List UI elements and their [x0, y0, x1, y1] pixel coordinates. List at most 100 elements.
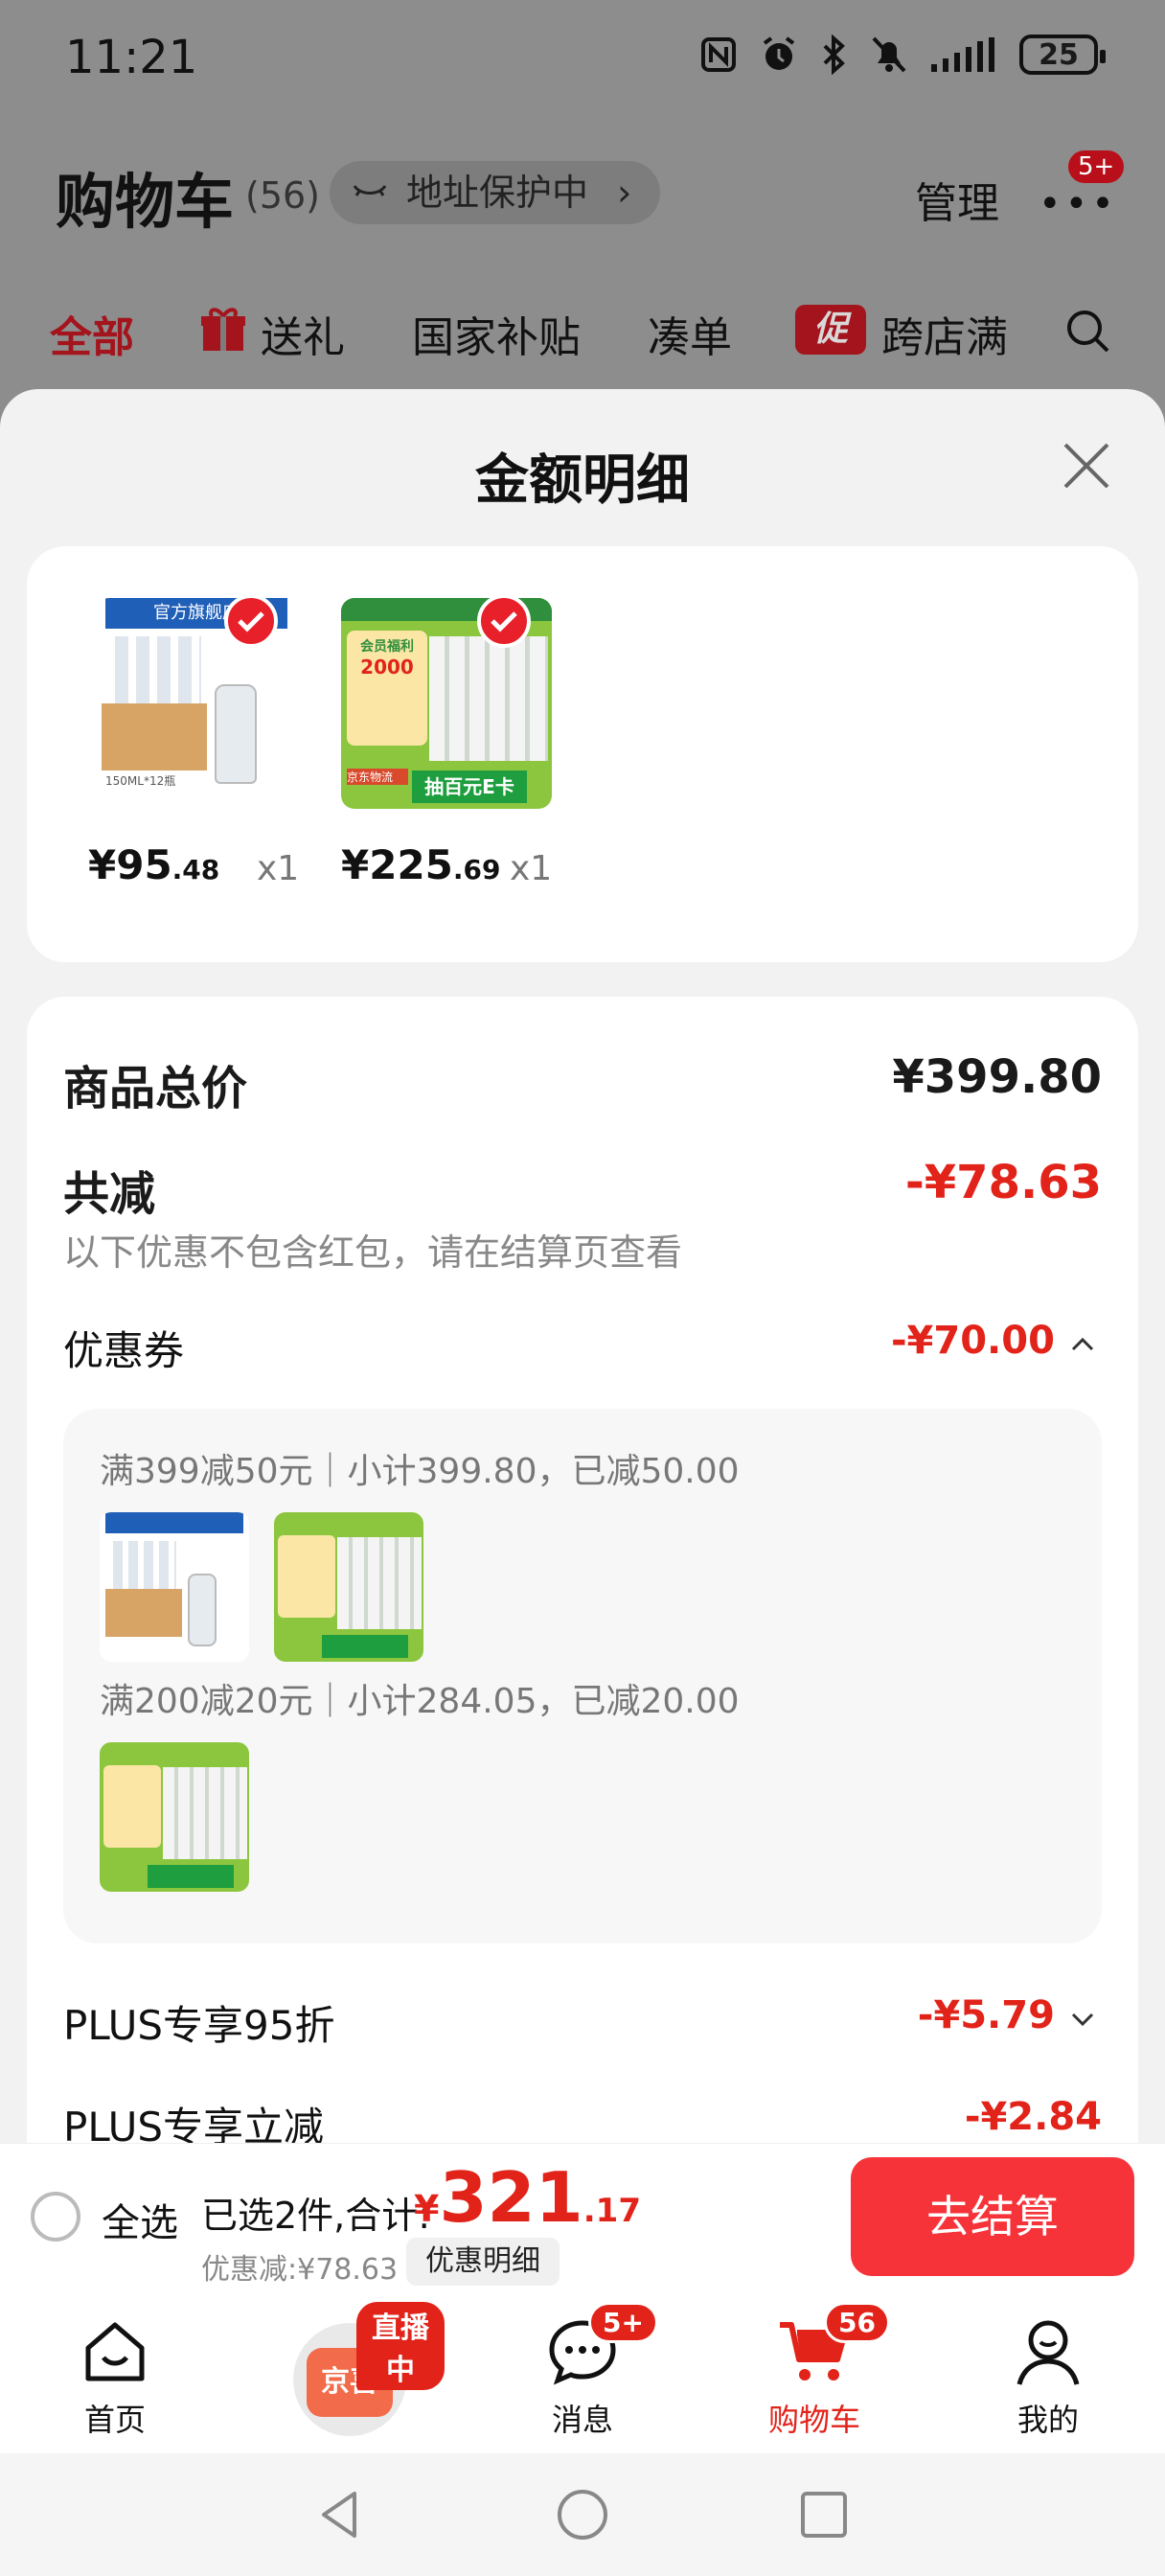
product-price-1: ¥95.48 [88, 841, 220, 888]
gift-icon [197, 303, 249, 365]
coupon-line-1: 满399减50元｜小计399.80，已减50.00 [100, 1452, 740, 1491]
checked-icon [477, 594, 531, 648]
jd-label: 京东物流 [347, 769, 408, 785]
tab-home[interactable]: 首页 [19, 2296, 211, 2453]
plus-discount-row[interactable]: PLUS专享95折 -¥5.79 [63, 1993, 1102, 2051]
sheet-title: 金额明细 [475, 449, 690, 512]
tab-cross-store[interactable]: 跨店满 [881, 303, 1008, 364]
page-title: 购物车 [56, 167, 235, 237]
coupon-label: 优惠券 [63, 1327, 185, 1374]
battery-icon: 25 [1019, 34, 1106, 75]
select-all-radio[interactable] [31, 2192, 80, 2242]
mute-icon [872, 36, 906, 73]
total-reduce-value: -¥78.63 [904, 1156, 1102, 1209]
cart-count: (56) [245, 174, 321, 217]
discount-detail-button[interactable]: 优惠明细 [406, 2238, 560, 2286]
recents-icon[interactable] [797, 2488, 851, 2542]
plus-reduce-row: PLUS专享立减 -¥2.84 [63, 2095, 1102, 2143]
manage-button[interactable]: 管理 [915, 169, 999, 230]
plus-discount-value-wrap: -¥5.79 [918, 1993, 1096, 2037]
product-price-2: ¥225.69 [341, 841, 501, 888]
tab-cart-label: 购物车 [767, 2402, 860, 2438]
mask-icon [353, 185, 387, 196]
member-box [278, 1535, 335, 1618]
coupon-thumb-3 [100, 1742, 249, 1892]
address-label: 地址保护中 [406, 172, 589, 214]
total-price-value: ¥399.80 [892, 1050, 1102, 1104]
tab-national-subsidy[interactable]: 国家补贴 [412, 303, 581, 364]
tab-profile[interactable]: 我的 [952, 2296, 1144, 2453]
live-badge: 直播中 [356, 2302, 445, 2390]
box-shape [105, 1589, 182, 1637]
address-protection-button[interactable]: 地址保护中 › [330, 161, 661, 224]
product-card: 官方旗舰店 150ML*12瓶 ¥95.48 x1 会员福利 2000 京东物流… [27, 546, 1138, 962]
bottles-shape [163, 1767, 247, 1859]
bottom-tab-bar: 首页 京喜 直播中 5+ 消息 56 购物车 我的 [0, 2296, 1165, 2453]
tab-messages[interactable]: 5+ 消息 [487, 2296, 678, 2453]
chevron-down-icon [1071, 2012, 1094, 2027]
status-icons: 25 [699, 34, 1106, 75]
total-amount: ¥321.17 [414, 2157, 641, 2238]
lottery-banner [322, 1635, 408, 1658]
chevron-right-icon: › [617, 172, 632, 214]
member-box [103, 1765, 161, 1848]
profile-icon [1017, 2320, 1080, 2385]
discount-amount: 优惠减:¥78.63 [201, 2253, 399, 2287]
coupon-detail-box: 满399减50元｜小计399.80，已减50.00 满200减20元｜小计284… [63, 1409, 1102, 1944]
box-label: 150ML*12瓶 [105, 774, 176, 788]
price-summary-card: 商品总价 ¥399.80 共减 -¥78.63 以下优惠不包含红包，请在结算页查… [27, 997, 1138, 2143]
amount-detail-sheet: 金额明细 官方旗舰店 150ML*12瓶 ¥95.48 x1 会员福利 2000… [0, 389, 1165, 2143]
cart-tabs: 全部 送礼 国家补贴 凑单 促 跨店满 [0, 288, 1165, 374]
close-icon[interactable] [1058, 437, 1115, 494]
messages-badge: 5+ [588, 2302, 658, 2343]
total-price-row: 商品总价 ¥399.80 [63, 1050, 1102, 1117]
checked-icon [224, 594, 278, 648]
tab-messages-label: 消息 [551, 2402, 613, 2438]
bluetooth-icon [823, 34, 845, 75]
reduce-note: 以下优惠不包含红包，请在结算页查看 [63, 1231, 683, 1274]
tab-profile-label: 我的 [1017, 2402, 1079, 2438]
bottles-shape [115, 636, 201, 703]
back-icon[interactable] [314, 2488, 368, 2542]
promo-icon: 促 [795, 305, 866, 355]
signal-icon [931, 37, 994, 72]
selected-summary: 已选2件,合计: [201, 2195, 431, 2237]
bottle-shape [188, 1574, 217, 1646]
cart-header: 购物车 (56) 地址保护中 › 管理 ••• 5+ [0, 134, 1165, 249]
home-icon [85, 2322, 145, 2381]
points-label: 2000 [360, 656, 414, 678]
plus-reduce-value: -¥2.84 [964, 2095, 1102, 2139]
status-time: 11:21 [65, 31, 198, 84]
bottles-shape [113, 1541, 176, 1589]
member-label: 会员福利 [360, 639, 414, 655]
tab-home-label: 首页 [83, 2402, 146, 2438]
coupon-row[interactable]: 优惠券 -¥70.00 [63, 1319, 1102, 1376]
plus-discount-value: -¥5.79 [917, 1993, 1055, 2037]
more-icon[interactable]: ••• [1039, 182, 1118, 226]
plus-discount-label: PLUS专享95折 [63, 2002, 335, 2049]
plus-reduce-label: PLUS专享立减 [63, 2104, 325, 2143]
coupon-thumb-2 [274, 1512, 423, 1662]
bottle-shape [215, 684, 257, 784]
search-icon[interactable] [1063, 307, 1113, 367]
cart-badge: 56 [824, 2302, 890, 2343]
tab-gift[interactable]: 送礼 [261, 303, 345, 364]
chevron-up-icon [1071, 1337, 1094, 1351]
coupon-line-2: 满200减20元｜小计284.05，已减20.00 [100, 1682, 740, 1721]
nfc-icon [701, 37, 736, 72]
total-price-label: 商品总价 [63, 1062, 248, 1116]
checkout-button[interactable]: 去结算 [851, 2157, 1134, 2276]
total-reduce-label: 共减 [63, 1167, 156, 1221]
tab-bundle[interactable]: 凑单 [648, 303, 732, 364]
tab-cart[interactable]: 56 购物车 [719, 2296, 910, 2453]
lottery-banner [148, 1865, 234, 1888]
total-reduce-row: 共减 -¥78.63 [63, 1156, 1102, 1223]
product-qty-2: x1 [510, 849, 553, 888]
tab-live[interactable]: 京喜 直播中 [253, 2296, 445, 2453]
select-all-label[interactable]: 全选 [102, 2192, 178, 2247]
member-box: 会员福利 2000 [347, 631, 427, 746]
tab-all[interactable]: 全部 [50, 303, 134, 364]
home-nav-icon[interactable] [556, 2488, 609, 2542]
more-badge: 5+ [1065, 148, 1128, 186]
coupon-value: -¥70.00 [890, 1319, 1055, 1363]
